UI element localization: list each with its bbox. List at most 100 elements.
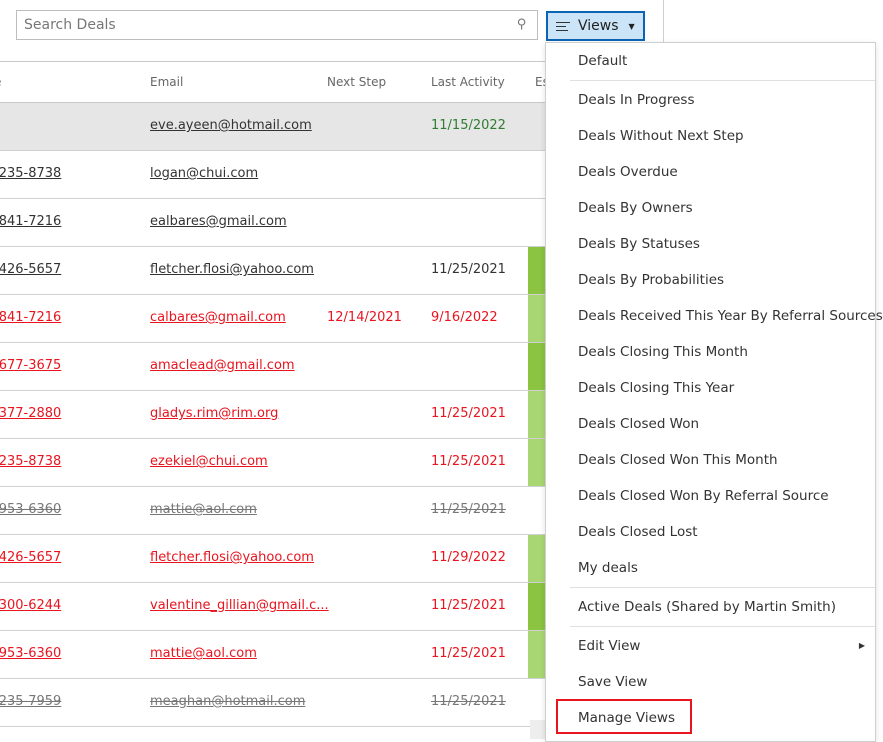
column-header-next-step[interactable]: Next Step xyxy=(327,75,386,89)
menu-item-label: Default xyxy=(578,53,628,69)
email-link[interactable]: logan@chui.com xyxy=(150,166,258,181)
phone-link[interactable]: -377-2880 xyxy=(0,406,61,421)
probability-bar xyxy=(528,631,546,678)
menu-item-active-deals-shared-by-martin-smith[interactable]: Active Deals (Shared by Martin Smith) xyxy=(546,589,875,625)
table-header: e Email Next Step Last Activity Es xyxy=(0,62,549,103)
last-activity-cell: 11/25/2021 xyxy=(431,406,506,421)
menu-item-label: Deals Received This Year By Referral Sou… xyxy=(578,308,883,324)
menu-item-deals-by-owners[interactable]: Deals By Owners xyxy=(546,190,875,226)
phone-link[interactable]: -426-5657 xyxy=(0,262,61,277)
email-link[interactable]: meaghan@hotmail.com xyxy=(150,694,305,709)
column-header-phone[interactable]: e xyxy=(0,75,1,89)
table-row[interactable]: -841-7216 calbares@gmail.com 12/14/2021 9/1… xyxy=(0,295,546,343)
email-link[interactable]: mattie@aol.com xyxy=(150,502,257,517)
menu-item-label: Deals Without Next Step xyxy=(578,128,744,144)
phone-link[interactable]: -300-6244 xyxy=(0,598,61,613)
phone-link[interactable]: -841-7216 xyxy=(0,214,61,229)
search-icon[interactable]: ⚲ xyxy=(517,17,527,32)
last-activity-cell: 11/25/2021 xyxy=(431,502,506,517)
phone-link[interactable]: -235-8738 xyxy=(0,166,61,181)
menu-item-manage-views[interactable]: Manage Views xyxy=(546,700,875,736)
column-header-email[interactable]: Email xyxy=(150,75,183,89)
menu-item-edit-view[interactable]: Edit View ▶ xyxy=(546,628,875,664)
menu-item-label: Deals Closed Won By Referral Source xyxy=(578,488,829,504)
menu-item-deals-in-progress[interactable]: Deals In Progress xyxy=(546,82,875,118)
views-button-label: Views xyxy=(578,18,619,34)
menu-item-label: Deals Closing This Month xyxy=(578,344,748,360)
menu-item-label: Deals Closed Won This Month xyxy=(578,452,778,468)
last-activity-cell: 9/16/2022 xyxy=(431,310,498,325)
phone-link[interactable]: -953-6360 xyxy=(0,502,61,517)
email-link[interactable]: ealbares@gmail.com xyxy=(150,214,287,229)
table-row[interactable]: eve.ayeen@hotmail.com 11/15/2022 xyxy=(0,103,546,151)
table-row[interactable]: -300-6244 valentine_gillian@gmail.c... 11/… xyxy=(0,583,546,631)
last-activity-cell: 11/29/2022 xyxy=(431,550,506,565)
phone-link[interactable]: -235-8738 xyxy=(0,454,61,469)
probability-bar xyxy=(528,295,546,342)
menu-item-label: Deals In Progress xyxy=(578,92,695,108)
probability-bar xyxy=(528,583,546,630)
menu-item-label: Active Deals (Shared by Martin Smith) xyxy=(578,599,836,615)
menu-item-deals-closed-won[interactable]: Deals Closed Won xyxy=(546,406,875,442)
menu-item-deals-closed-won-by-referral-source[interactable]: Deals Closed Won By Referral Source xyxy=(546,478,875,514)
menu-separator xyxy=(570,587,875,588)
menu-item-default[interactable]: Default xyxy=(546,43,875,79)
menu-item-label: My deals xyxy=(578,560,638,576)
table-row[interactable]: -953-6360 mattie@aol.com 11/25/2021 xyxy=(0,487,546,535)
email-link[interactable]: calbares@gmail.com xyxy=(150,310,286,325)
table-row[interactable]: -235-7959 meaghan@hotmail.com 11/25/2021 xyxy=(0,679,546,727)
phone-link[interactable]: -235-7959 xyxy=(0,694,61,709)
menu-item-label: Manage Views xyxy=(578,710,675,726)
email-link[interactable]: ezekiel@chui.com xyxy=(150,454,268,469)
scrollbar[interactable] xyxy=(530,720,546,739)
menu-item-deals-overdue[interactable]: Deals Overdue xyxy=(546,154,875,190)
table-row[interactable]: -426-5657 fletcher.flosi@yahoo.com 11/25/2… xyxy=(0,247,546,295)
email-link[interactable]: fletcher.flosi@yahoo.com xyxy=(150,262,314,277)
email-link[interactable]: valentine_gillian@gmail.c... xyxy=(150,598,329,613)
last-activity-cell: 11/25/2021 xyxy=(431,262,506,277)
table-row[interactable]: -235-8738 logan@chui.com xyxy=(0,151,546,199)
phone-link[interactable]: -426-5657 xyxy=(0,550,61,565)
table-row[interactable]: -677-3675 amaclead@gmail.com xyxy=(0,343,546,391)
menu-item-label: Edit View xyxy=(578,638,641,654)
phone-link[interactable]: -841-7216 xyxy=(0,310,61,325)
menu-item-label: Deals By Owners xyxy=(578,200,693,216)
menu-item-save-view[interactable]: Save View xyxy=(546,664,875,700)
email-link[interactable]: gladys.rim@rim.org xyxy=(150,406,278,421)
table-row[interactable]: -377-2880 gladys.rim@rim.org 11/25/2021 xyxy=(0,391,546,439)
menu-item-deals-by-statuses[interactable]: Deals By Statuses xyxy=(546,226,875,262)
last-activity-cell: 11/25/2021 xyxy=(431,454,506,469)
phone-link[interactable]: -953-6360 xyxy=(0,646,61,661)
email-link[interactable]: amaclead@gmail.com xyxy=(150,358,295,373)
email-link[interactable]: fletcher.flosi@yahoo.com xyxy=(150,550,314,565)
menu-item-deals-closing-this-month[interactable]: Deals Closing This Month xyxy=(546,334,875,370)
email-link[interactable]: eve.ayeen@hotmail.com xyxy=(150,118,312,133)
caret-down-icon: ▼ xyxy=(628,21,635,31)
column-header-last-activity[interactable]: Last Activity xyxy=(431,75,505,89)
views-button[interactable]: Views ▼ xyxy=(546,11,645,41)
lines-icon xyxy=(556,19,570,34)
views-dropdown-menu: Default Deals In Progress Deals Without Ne… xyxy=(545,42,883,742)
last-activity-cell: 11/25/2021 xyxy=(431,646,506,661)
menu-item-label: Deals By Probabilities xyxy=(578,272,725,288)
last-activity-cell: 11/15/2022 xyxy=(431,118,506,133)
menu-item-label: Save View xyxy=(578,674,648,690)
menu-item-deals-by-probabilities[interactable]: Deals By Probabilities xyxy=(546,262,875,298)
table-row[interactable]: -953-6360 mattie@aol.com 11/25/2021 xyxy=(0,631,546,679)
phone-link[interactable]: -677-3675 xyxy=(0,358,61,373)
menu-item-my-deals[interactable]: My deals xyxy=(546,550,875,586)
search-box[interactable]: ⚲ xyxy=(16,10,538,40)
menu-item-deals-closed-lost[interactable]: Deals Closed Lost xyxy=(546,514,875,550)
table-row[interactable]: -235-8738 ezekiel@chui.com 11/25/2021 xyxy=(0,439,546,487)
menu-item-label: Deals By Statuses xyxy=(578,236,700,252)
menu-item-deals-received-this-year-by-referral-sources[interactable]: Deals Received This Year By Referral Sou… xyxy=(546,298,883,334)
divider xyxy=(663,0,664,42)
table-row[interactable]: -841-7216 ealbares@gmail.com xyxy=(0,199,546,247)
email-link[interactable]: mattie@aol.com xyxy=(150,646,257,661)
table-row[interactable]: -426-5657 fletcher.flosi@yahoo.com 11/29/2… xyxy=(0,535,546,583)
search-input[interactable] xyxy=(17,11,511,39)
menu-item-label: Deals Overdue xyxy=(578,164,678,180)
menu-item-deals-closed-won-this-month[interactable]: Deals Closed Won This Month xyxy=(546,442,875,478)
menu-item-deals-closing-this-year[interactable]: Deals Closing This Year xyxy=(546,370,875,406)
menu-item-deals-without-next-step[interactable]: Deals Without Next Step xyxy=(546,118,875,154)
